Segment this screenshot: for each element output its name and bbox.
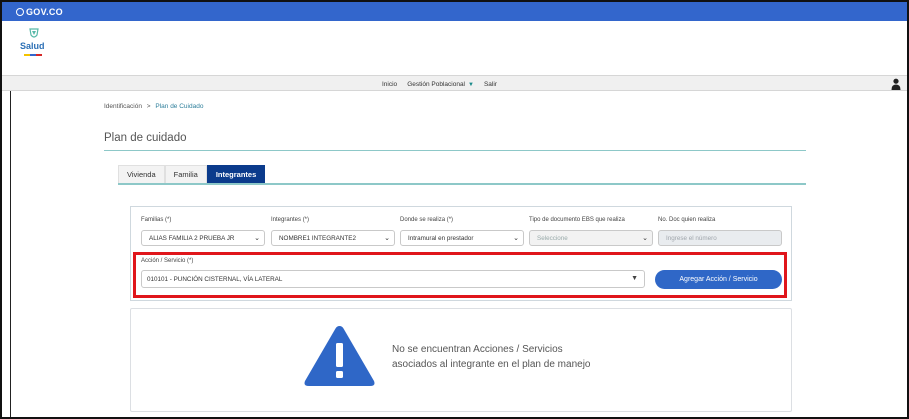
- tab-familia[interactable]: Familia: [164, 165, 207, 183]
- empty-line-1: No se encuentran Acciones / Servicios: [392, 344, 563, 355]
- gov-logo-icon: [16, 7, 24, 16]
- breadcrumb-current: Plan de Cuidado: [155, 103, 204, 110]
- tipo-doc-value: Seleccione: [537, 234, 568, 242]
- tipo-doc-select[interactable]: Seleccione ⌄: [529, 230, 653, 246]
- donde-select[interactable]: Intramural en prestador ⌄: [400, 230, 524, 246]
- tab-vivienda[interactable]: Vivienda: [118, 165, 165, 183]
- salud-logo[interactable]: Salud: [20, 28, 50, 60]
- dropdown-triangle-icon: ▼: [631, 275, 638, 282]
- chevron-down-icon: ⌄: [254, 235, 260, 242]
- no-doc-input[interactable]: Ingrese el número: [658, 230, 782, 246]
- donde-value: Intramural en prestador: [408, 234, 474, 242]
- logo-stripe: [24, 54, 42, 56]
- breadcrumb: Identificación > Plan de Cuidado: [104, 103, 203, 110]
- nav-item-gestion[interactable]: Gestión Poblacional ▼: [407, 81, 474, 88]
- empty-line-2: asociados al integrante en el plan de ma…: [392, 359, 591, 370]
- familias-select[interactable]: ALIAS FAMILIA 2 PRUEBA JR ⌄: [141, 230, 265, 246]
- chevron-down-icon: ⌄: [384, 235, 390, 242]
- user-icon[interactable]: [891, 78, 901, 90]
- gov-bar-label[interactable]: GOV.CO: [26, 7, 63, 17]
- accion-label: Acción / Servicio (*): [141, 258, 194, 264]
- tab-integrantes[interactable]: Integrantes: [206, 165, 266, 183]
- tipo-doc-label: Tipo de documento EBS que realiza: [529, 217, 625, 223]
- nav-item-salir[interactable]: Salir: [484, 81, 497, 88]
- left-divider: [10, 91, 11, 417]
- app-frame: GOV.CO Salud Inicio Gestión Poblacional ▼…: [0, 0, 909, 419]
- tab-bar: Vivienda Familia Integrantes: [118, 165, 266, 183]
- nav-item-gestion-label: Gestión Poblacional: [407, 80, 466, 88]
- integrantes-select[interactable]: NOMBRE1 INTEGRANTE2 ⌄: [271, 230, 395, 246]
- tab-divider: [118, 183, 806, 185]
- integrantes-value: NOMBRE1 INTEGRANTE2: [279, 234, 356, 242]
- salud-emblem-icon: [29, 28, 39, 38]
- dropdown-triangle-icon: ▼: [468, 81, 474, 88]
- add-accion-button[interactable]: Agregar Acción / Servicio: [655, 270, 782, 289]
- familias-label: Familias (*): [141, 217, 172, 223]
- warning-icon: [304, 326, 375, 386]
- familias-value: ALIAS FAMILIA 2 PRUEBA JR: [149, 234, 235, 242]
- accion-value: 010101 - PUNCIÓN CISTERNAL, VÍA LATERAL: [147, 275, 283, 283]
- gov-bar: GOV.CO: [2, 2, 907, 21]
- chevron-down-icon: ⌄: [642, 235, 648, 242]
- donde-label: Donde se realiza (*): [400, 217, 454, 223]
- integrantes-label: Integrantes (*): [271, 217, 310, 223]
- accion-select[interactable]: 010101 - PUNCIÓN CISTERNAL, VÍA LATERAL …: [141, 270, 645, 288]
- breadcrumb-separator: >: [146, 103, 151, 110]
- no-doc-placeholder: Ingrese el número: [666, 234, 717, 242]
- main-navbar: Inicio Gestión Poblacional ▼ Salir: [2, 75, 907, 91]
- logo-text: Salud: [20, 41, 45, 51]
- nav-item-inicio[interactable]: Inicio: [382, 81, 397, 88]
- nav-menu: Inicio Gestión Poblacional ▼ Salir: [382, 76, 497, 92]
- title-divider: [104, 150, 806, 151]
- page-title: Plan de cuidado: [104, 132, 187, 144]
- no-doc-label: No. Doc quien realiza: [658, 217, 716, 223]
- empty-state-message: No se encuentran Acciones / Servicios as…: [392, 342, 590, 372]
- breadcrumb-identificacion[interactable]: Identificación: [104, 103, 142, 110]
- chevron-down-icon: ⌄: [513, 235, 519, 242]
